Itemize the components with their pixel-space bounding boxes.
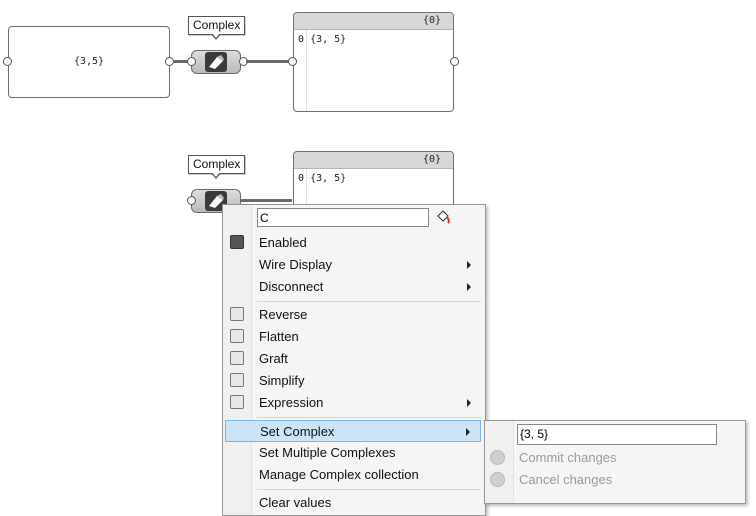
paint-bucket-icon[interactable] <box>435 210 451 226</box>
panel-output-grip[interactable] <box>165 57 174 66</box>
data-value: {3, 5} <box>310 173 347 184</box>
complex-param-component[interactable] <box>191 50 241 74</box>
data-path-header: {0} <box>294 13 453 30</box>
menu-item-graft[interactable]: Graft <box>225 348 481 370</box>
data-index: 0 <box>298 34 305 45</box>
wire-complex-to-data <box>246 60 292 63</box>
cancel-changes-item[interactable]: Cancel changes <box>487 469 741 491</box>
menu-item-clear-values[interactable]: Clear values <box>225 492 481 514</box>
menu-item-manage-complex-collection[interactable]: Manage Complex collection <box>225 464 481 486</box>
enabled-icon <box>230 235 244 249</box>
tooltip-complex-bottom: Complex <box>188 155 246 179</box>
data-index: 0 <box>298 173 305 184</box>
data-output-grip[interactable] <box>450 57 459 66</box>
data-path-header: {0} <box>294 152 453 169</box>
submenu-arrow-icon <box>467 283 471 291</box>
menu-separator <box>257 417 481 418</box>
menu-separator <box>257 489 481 490</box>
context-menu: C Enabled Wire Display Disconnect Revers… <box>222 204 486 516</box>
reverse-icon <box>230 307 244 321</box>
submenu-arrow-icon <box>466 428 470 436</box>
complex-input-grip[interactable] <box>187 196 196 205</box>
commit-icon <box>490 450 505 465</box>
menu-item-expression[interactable]: Expression <box>225 392 481 414</box>
data-input-grip[interactable] <box>288 57 297 66</box>
complex-param-icon <box>205 52 227 72</box>
menu-item-set-multiple-complexes[interactable]: Set Multiple Complexes <box>225 442 481 464</box>
flatten-icon <box>230 329 244 343</box>
panel-component[interactable]: {3,5} <box>8 26 170 98</box>
panel-input-grip[interactable] <box>3 57 12 66</box>
data-row: 0 {3, 5} <box>298 173 346 184</box>
set-complex-submenu: {3, 5} Commit changes Cancel changes <box>484 420 746 504</box>
menu-item-flatten[interactable]: Flatten <box>225 326 481 348</box>
data-viewer-top[interactable]: {0} 0 {3, 5} <box>293 12 454 112</box>
commit-changes-item[interactable]: Commit changes <box>487 447 741 469</box>
data-viewer-bottom[interactable]: {0} 0 {3, 5} <box>293 151 454 207</box>
menu-item-simplify[interactable]: Simplify <box>225 370 481 392</box>
submenu-arrow-icon <box>467 261 471 269</box>
menu-item-reverse[interactable]: Reverse <box>225 304 481 326</box>
data-row: 0 {3, 5} <box>298 34 346 45</box>
menu-separator <box>257 301 481 302</box>
menu-item-enabled[interactable]: Enabled <box>225 232 481 254</box>
data-value: {3, 5} <box>310 34 347 45</box>
expression-icon <box>230 395 244 409</box>
panel-text: {3,5} <box>73 56 105 67</box>
graft-icon <box>230 351 244 365</box>
complex-value-input[interactable]: {3, 5} <box>517 424 717 445</box>
simplify-icon <box>230 373 244 387</box>
wire-complex-to-data-bottom <box>240 199 292 202</box>
menu-item-set-complex[interactable]: Set Complex <box>225 420 481 442</box>
menu-item-disconnect[interactable]: Disconnect <box>225 276 481 298</box>
complex-input-grip[interactable] <box>187 57 196 66</box>
menu-item-wire-display[interactable]: Wire Display <box>225 254 481 276</box>
nickname-input[interactable]: C <box>257 208 429 227</box>
tooltip-complex-top: Complex <box>188 16 246 40</box>
submenu-arrow-icon <box>467 399 471 407</box>
cancel-icon <box>490 472 505 487</box>
